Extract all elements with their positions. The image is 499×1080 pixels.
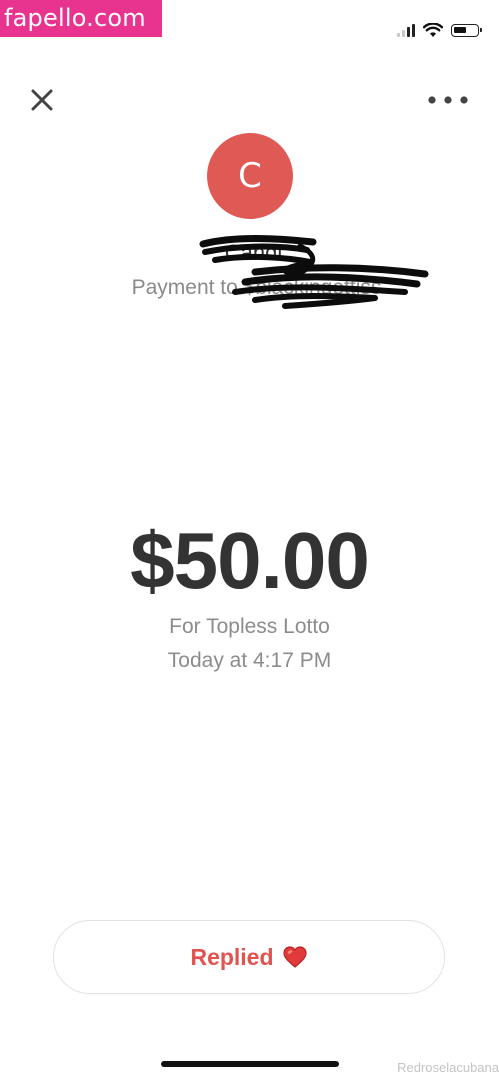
replied-button[interactable]: Replied [53, 920, 445, 994]
battery-icon [451, 23, 482, 37]
watermark-credit: Redroselacubana [397, 1060, 499, 1075]
replied-label: Replied [190, 943, 274, 970]
home-indicator[interactable] [161, 1061, 339, 1067]
payment-recipient-handle: Payment to $blackingettiss [131, 276, 382, 299]
wifi-icon [423, 22, 443, 37]
status-bar-icons [397, 18, 482, 42]
avatar: C [207, 133, 293, 219]
payment-amount: $50.00 [130, 516, 370, 605]
recipient-name: Candi [224, 240, 283, 265]
close-icon[interactable] [28, 86, 56, 114]
payment-timestamp: Today at 4:17 PM [167, 649, 332, 672]
payment-note: For Topless Lotto [169, 615, 330, 638]
watermark-logo: fapello.com [0, 0, 162, 37]
signal-icon [397, 23, 415, 37]
heart-icon [282, 946, 307, 968]
more-options-icon[interactable] [427, 92, 469, 108]
